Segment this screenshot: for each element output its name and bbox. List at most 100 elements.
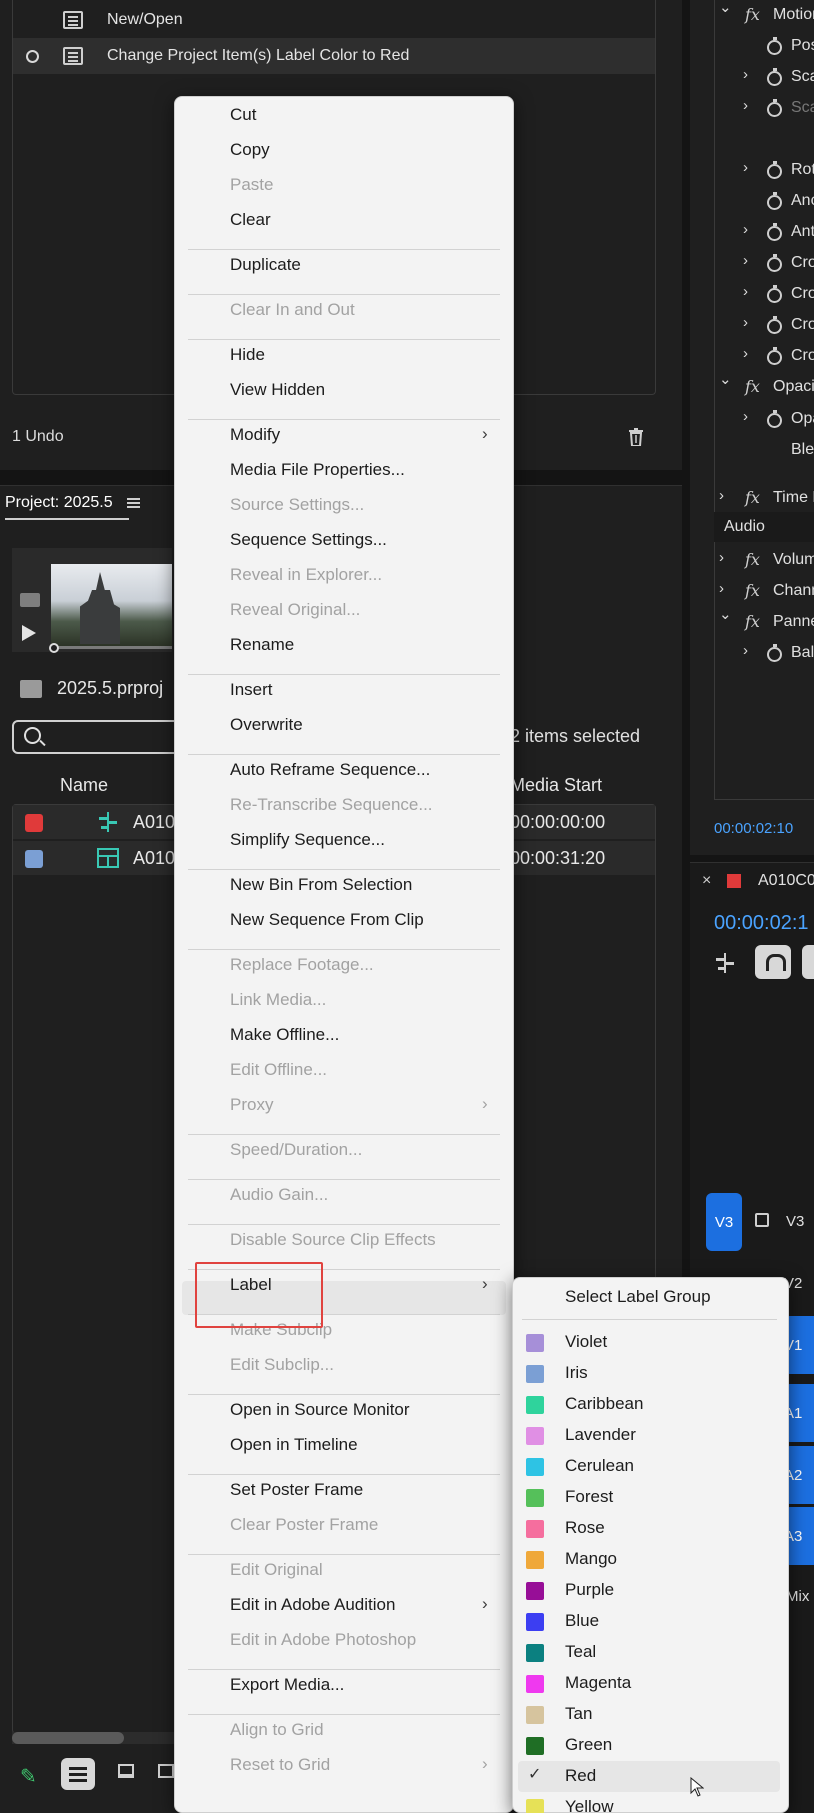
fx-row-anchor-point[interactable]: Anchor Point [715,186,814,216]
stopwatch-icon[interactable] [767,99,782,117]
fx-toggle-icon[interactable]: fx [745,488,760,507]
menu-item-modify[interactable]: Modify [230,425,280,445]
menu-item-rename[interactable]: Rename [230,635,294,655]
fx-toggle-icon[interactable]: fx [745,5,760,24]
fx-row-scale[interactable]: › Scale [715,62,814,92]
insert-nest-icon[interactable] [714,953,736,973]
menu-item-hide[interactable]: Hide [230,345,265,365]
fx-toggle-icon[interactable]: fx [745,612,760,631]
label-option-purple[interactable]: Purple [518,1575,780,1606]
label-option-teal[interactable]: Teal [518,1637,780,1668]
label-option-yellow[interactable]: Yellow [518,1792,780,1813]
chevron-right-icon[interactable]: › [743,408,748,425]
thumbnail-scrubber[interactable] [51,646,172,649]
label-color-swatch[interactable] [25,814,43,832]
menu-item-open-in-timeline[interactable]: Open in Timeline [230,1435,358,1455]
chevron-right-icon[interactable]: › [743,314,748,331]
linked-selection-icon[interactable] [802,945,814,979]
chevron-down-icon[interactable]: ⌄ [719,0,732,16]
stopwatch-icon[interactable] [767,316,782,334]
stopwatch-icon[interactable] [767,192,782,210]
fx-row-rotation[interactable]: › Rotation [715,155,814,185]
fx-toggle-icon[interactable]: fx [745,550,760,569]
close-icon[interactable]: × [702,872,711,890]
menu-item-new-sequence-from-clip[interactable]: New Sequence From Clip [230,910,424,930]
stopwatch-icon[interactable] [767,347,782,365]
freeform-view-button[interactable] [158,1764,174,1778]
fx-row-crop-bottom[interactable]: › Crop Bottom [715,341,814,371]
fx-row-anti-flicker-filter[interactable]: › Anti-flicker Filter [715,217,814,247]
fx-row-volume[interactable]: › fx Volume [715,545,814,575]
chevron-right-icon[interactable]: › [743,345,748,362]
history-item-new-open[interactable]: New/Open [13,2,655,38]
fx-row-channel-volume[interactable]: › fx Channel Volume [715,576,814,606]
fx-row-balance[interactable]: › Balance [715,638,814,668]
list-view-button[interactable] [61,1758,95,1790]
history-item-change-label[interactable]: Change Project Item(s) Label Color to Re… [13,38,655,74]
menu-item-insert[interactable]: Insert [230,680,273,700]
stopwatch-icon[interactable] [767,644,782,662]
scrubber-handle[interactable] [49,643,59,653]
timeline-timecode[interactable]: 00:00:02:1 [714,912,809,935]
label-option-caribbean[interactable]: Caribbean [518,1389,780,1420]
snap-magnet-icon[interactable] [755,945,791,979]
panel-menu-icon[interactable] [127,498,140,508]
fx-row-opacity[interactable]: › Opacity [715,404,814,434]
stopwatch-icon[interactable] [767,37,782,55]
pencil-icon[interactable]: ✎ [20,1764,40,1788]
track-target-v3[interactable]: V3 [706,1193,742,1251]
label-option-cerulean[interactable]: Cerulean [518,1451,780,1482]
fx-row-time-remapping[interactable]: › fx Time Remapping [715,483,814,513]
chevron-right-icon[interactable]: › [719,549,724,566]
chevron-right-icon[interactable]: › [743,66,748,83]
label-option-magenta[interactable]: Magenta [518,1668,780,1699]
fx-row-opacity[interactable]: ⌄ fx Opacity [715,372,814,402]
timeline-sequence-tab[interactable]: A010C0 [758,872,814,890]
menu-item-new-bin-from-selection[interactable]: New Bin From Selection [230,875,412,895]
menu-item-copy[interactable]: Copy [230,140,270,160]
menu-item-simplify-sequence[interactable]: Simplify Sequence... [230,830,385,850]
fx-row-audio[interactable]: Audio [714,512,814,542]
menu-item-clear[interactable]: Clear [230,210,271,230]
stopwatch-icon[interactable] [767,68,782,86]
stopwatch-icon[interactable] [767,223,782,241]
menu-item-make-offline[interactable]: Make Offline... [230,1025,339,1045]
chevron-right-icon[interactable]: › [743,642,748,659]
fx-row-crop-left[interactable]: › Crop Left [715,248,814,278]
menu-item-duplicate[interactable]: Duplicate [230,255,301,275]
lock-icon[interactable] [755,1213,769,1227]
chevron-right-icon[interactable]: › [743,283,748,300]
chevron-right-icon[interactable]: › [743,97,748,114]
fx-toggle-icon[interactable]: fx [745,377,760,396]
stopwatch-icon[interactable] [767,161,782,179]
project-tab[interactable]: Project: 2025.5 [5,494,113,512]
menu-item-view-hidden[interactable]: View Hidden [230,380,325,400]
label-option-iris[interactable]: Iris [518,1358,780,1389]
scrollbar-thumb[interactable] [12,1732,124,1744]
fx-toggle-icon[interactable]: fx [745,581,760,600]
menu-item-edit-in-adobe-audition[interactable]: Edit in Adobe Audition [230,1595,395,1615]
menu-item-auto-reframe-sequence[interactable]: Auto Reframe Sequence... [230,760,430,780]
label-option-rose[interactable]: Rose [518,1513,780,1544]
chevron-right-icon[interactable]: › [719,487,724,504]
play-icon[interactable] [22,625,36,641]
fx-row-motion[interactable]: ⌄ fx Motion [715,0,814,30]
fx-row-scale-width[interactable]: › Scale Width [715,93,814,123]
menu-item-cut[interactable]: Cut [230,105,256,125]
stopwatch-icon[interactable] [767,285,782,303]
chevron-down-icon[interactable]: ⌄ [719,372,732,388]
fx-row-panner[interactable]: ⌄ fx Panner [715,607,814,637]
camera-icon[interactable] [20,593,40,607]
menu-item-set-poster-frame[interactable]: Set Poster Frame [230,1480,363,1500]
effect-controls-timecode[interactable]: 00:00:02:10 [714,820,793,837]
label-option-red[interactable]: ✓ Red [518,1761,780,1792]
column-header-media-start[interactable]: Media Start [510,775,602,796]
fx-row-crop-top[interactable]: › Crop Top [715,279,814,309]
chevron-down-icon[interactable]: ⌄ [719,607,732,623]
chevron-right-icon[interactable]: › [719,580,724,597]
menu-item-open-in-source-monitor[interactable]: Open in Source Monitor [230,1400,410,1420]
label-option-lavender[interactable]: Lavender [518,1420,780,1451]
label-option-tan[interactable]: Tan [518,1699,780,1730]
fx-row-blend-mode[interactable]: Blend Mode [715,435,814,465]
label-option-mango[interactable]: Mango [518,1544,780,1575]
